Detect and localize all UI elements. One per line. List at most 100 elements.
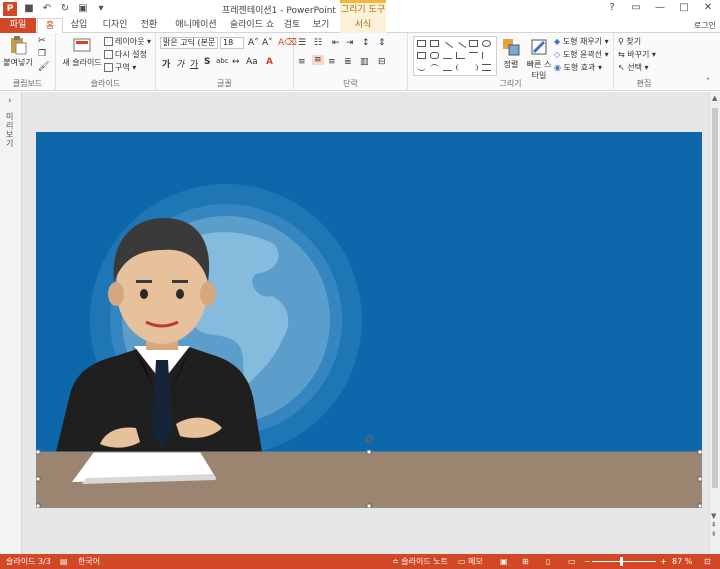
zoom-out-icon[interactable]: − — [584, 554, 591, 569]
slide-canvas[interactable] — [36, 132, 702, 508]
tab-format[interactable]: 서식 — [340, 18, 386, 33]
tab-design[interactable]: 디자인 — [98, 18, 132, 33]
tab-slideshow[interactable]: 슬라이드 쇼 — [227, 18, 277, 33]
resize-handle-top-right[interactable] — [697, 449, 702, 455]
text-direction-icon[interactable]: ⇕ — [378, 38, 386, 48]
bullets-icon[interactable]: ☰ — [298, 38, 306, 48]
fit-slide-icon[interactable]: ⊡ — [704, 554, 711, 569]
arrange-button[interactable]: 정렬 — [498, 37, 524, 70]
shape-rectangle-icon[interactable] — [469, 40, 478, 47]
resize-handle-bottom-right[interactable] — [697, 503, 702, 508]
resize-handle-left[interactable] — [36, 476, 41, 482]
bold-icon[interactable]: 가 — [162, 57, 170, 70]
char-spacing-icon[interactable]: ↔ — [232, 57, 240, 67]
minimize-button[interactable]: — — [648, 0, 672, 16]
shape-down-arrow-icon[interactable] — [482, 52, 491, 59]
numbering-icon[interactable]: ☷ — [314, 38, 322, 48]
align-right-icon[interactable]: ≡ — [328, 57, 336, 67]
find-button[interactable]: ⚲ 찾기 — [618, 36, 641, 47]
shape-fill-button[interactable]: ◆ 도형 채우기 ▾ — [554, 36, 609, 47]
grow-font-icon[interactable]: A˄ — [248, 38, 259, 48]
shape-arc-icon[interactable] — [430, 64, 439, 71]
maximize-button[interactable]: □ — [672, 0, 696, 16]
select-button[interactable]: ↖ 선택 ▾ — [618, 62, 649, 73]
align-center-icon[interactable]: ≡ — [312, 55, 324, 65]
shapes-gallery[interactable] — [413, 36, 497, 76]
resize-handle-bottom[interactable] — [366, 503, 372, 508]
ribbon-display-options-button[interactable]: ▭ — [624, 0, 648, 16]
italic-icon[interactable]: 가 — [176, 57, 184, 70]
resize-handle-top[interactable] — [366, 449, 372, 455]
shape-square-icon[interactable] — [417, 52, 426, 59]
shape-triangle-icon[interactable] — [443, 52, 452, 59]
shape-effects-button[interactable]: ◉ 도형 효과 ▾ — [554, 62, 602, 73]
shape-oval-icon[interactable] — [482, 40, 491, 47]
slideshow-view-icon[interactable]: ▭ — [568, 554, 576, 569]
spellcheck-icon[interactable]: ▤ — [60, 554, 68, 569]
shadow-icon[interactable]: S — [204, 57, 210, 67]
close-button[interactable]: ✕ — [696, 0, 720, 16]
strikethrough-icon[interactable]: abc — [216, 57, 229, 65]
shape-rounded-rect-icon[interactable] — [430, 52, 439, 59]
collapse-ribbon-icon[interactable]: ˄ — [706, 77, 710, 86]
quick-styles-button[interactable]: 빠른 스타일 — [526, 37, 552, 81]
font-color-icon[interactable]: A — [266, 57, 273, 67]
columns-icon[interactable]: ▥ — [360, 57, 369, 67]
zoom-slider-thumb[interactable] — [620, 557, 623, 566]
tab-view[interactable]: 보기 — [308, 18, 334, 33]
shape-curve-icon[interactable] — [417, 64, 426, 71]
zoom-level[interactable]: 87 % — [672, 554, 692, 569]
save-icon[interactable]: ■ — [22, 2, 36, 16]
resize-handle-top-left[interactable] — [36, 449, 41, 455]
shape-left-brace-icon[interactable] — [456, 64, 465, 71]
underline-icon[interactable]: 가 — [190, 57, 198, 70]
resize-handle-right[interactable] — [697, 476, 702, 482]
notes-button[interactable]: ≐ 슬라이드 노트 — [392, 554, 448, 569]
new-slide-button[interactable]: 새 슬라이드 — [60, 35, 104, 68]
undo-icon[interactable]: ↶ — [40, 2, 54, 16]
shape-textbox-icon[interactable] — [417, 40, 426, 47]
scroll-down-icons[interactable]: ▼ ⇞ ⇟ — [711, 512, 717, 539]
shape-freeform-icon[interactable] — [443, 64, 452, 71]
normal-view-icon[interactable]: ▣ — [500, 554, 508, 569]
scroll-thumb[interactable] — [712, 108, 718, 488]
section-button[interactable]: 구역 ▾ — [104, 62, 136, 73]
align-text-icon[interactable]: ⊟ — [378, 57, 386, 67]
decrease-indent-icon[interactable]: ⇤ — [332, 38, 340, 48]
tab-insert[interactable]: 삽입 — [66, 18, 92, 33]
customize-qat-icon[interactable]: ▾ — [94, 2, 108, 16]
resize-handle-bottom-left[interactable] — [36, 503, 41, 508]
start-slideshow-icon[interactable]: ▣ — [76, 2, 90, 16]
shape-elbow-connector-icon[interactable] — [456, 52, 465, 59]
shape-right-brace-icon[interactable] — [469, 64, 478, 71]
copy-icon[interactable]: ❐ — [38, 49, 46, 59]
expand-pane-icon[interactable]: › — [8, 96, 12, 106]
format-painter-icon[interactable]: 🖌 — [38, 62, 49, 72]
layout-button[interactable]: 레이아웃 ▾ — [104, 36, 151, 47]
scroll-up-icon[interactable]: ▲ — [712, 94, 717, 102]
shape-textbox-vertical-icon[interactable] — [430, 40, 439, 47]
redo-icon[interactable]: ↻ — [58, 2, 72, 16]
font-name-combo[interactable]: 맑은 고딕 (본문 — [160, 37, 218, 49]
shape-right-arrow-icon[interactable] — [469, 52, 478, 59]
shrink-font-icon[interactable]: A˅ — [262, 38, 273, 48]
paste-button[interactable]: 붙여넣기 — [2, 35, 34, 68]
align-left-icon[interactable]: ≡ — [298, 57, 306, 67]
slide-sorter-icon[interactable]: ⊞ — [522, 554, 529, 569]
tab-transitions[interactable]: 전환 — [136, 18, 162, 33]
tab-home[interactable]: 홈 — [37, 18, 63, 34]
tab-review[interactable]: 검토 — [280, 18, 304, 33]
thumbnail-pane-collapsed[interactable]: › 미리보기 — [0, 92, 22, 554]
login-link[interactable]: 로그인 — [694, 18, 716, 33]
change-case-icon[interactable]: Aa — [246, 57, 258, 67]
reading-view-icon[interactable]: ▯ — [546, 554, 550, 569]
justify-icon[interactable]: ≣ — [344, 57, 352, 67]
zoom-in-icon[interactable]: + — [660, 554, 667, 569]
font-size-combo[interactable]: 18 — [220, 37, 244, 49]
help-button[interactable]: ? — [600, 0, 624, 16]
reset-button[interactable]: 다시 설정 — [104, 49, 147, 60]
zoom-slider[interactable] — [592, 561, 656, 562]
vertical-scrollbar[interactable]: ▲ ▼ ⇞ ⇟ — [709, 92, 720, 554]
increase-indent-icon[interactable]: ⇥ — [346, 38, 354, 48]
line-spacing-icon[interactable]: ↕ — [362, 38, 370, 48]
